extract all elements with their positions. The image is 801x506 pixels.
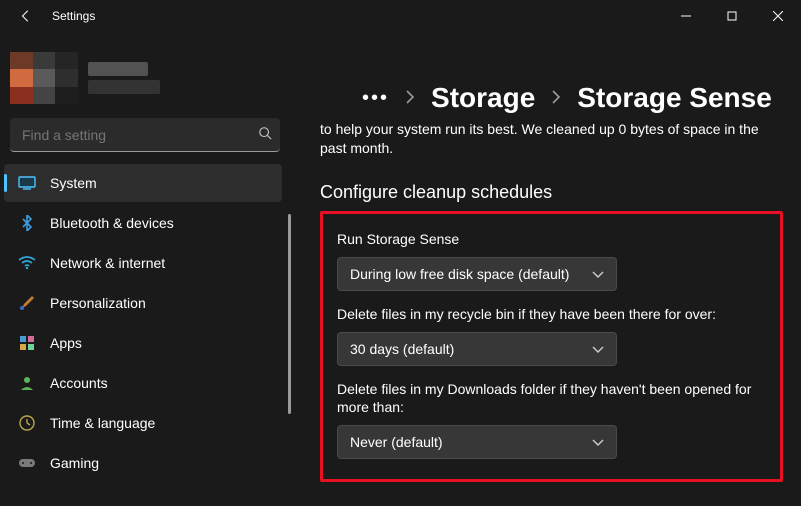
app-title: Settings <box>52 9 95 23</box>
chevron-right-icon <box>405 90 415 107</box>
downloads-dropdown[interactable]: Never (default) <box>337 425 617 459</box>
chevron-down-icon <box>592 266 604 282</box>
account-block[interactable] <box>0 32 296 114</box>
sidebar-item-gaming[interactable]: Gaming <box>4 444 282 482</box>
dropdown-value: Never (default) <box>350 434 443 450</box>
dropdown-value: 30 days (default) <box>350 341 454 357</box>
run-storage-sense-label: Run Storage Sense <box>337 230 766 249</box>
system-icon <box>18 174 36 192</box>
sidebar-item-label: Apps <box>50 335 82 351</box>
chevron-down-icon <box>592 434 604 450</box>
main-panel: ••• Storage Storage Sense to help your s… <box>296 32 801 506</box>
account-name-redacted <box>88 62 160 94</box>
sidebar-item-system[interactable]: System <box>4 164 282 202</box>
sidebar-item-personalization[interactable]: Personalization <box>4 284 282 322</box>
sidebar-item-accounts[interactable]: Accounts <box>4 364 282 402</box>
clock-globe-icon <box>18 414 36 432</box>
scrollbar-thumb[interactable] <box>288 214 291 414</box>
chevron-down-icon <box>592 341 604 357</box>
recycle-bin-label: Delete files in my recycle bin if they h… <box>337 305 766 324</box>
recycle-bin-dropdown[interactable]: 30 days (default) <box>337 332 617 366</box>
downloads-label: Delete files in my Downloads folder if t… <box>337 380 766 418</box>
paintbrush-icon <box>18 294 36 312</box>
back-button[interactable] <box>16 6 36 26</box>
bluetooth-icon <box>18 214 36 232</box>
dropdown-value: During low free disk space (default) <box>350 266 569 282</box>
section-title: Configure cleanup schedules <box>320 182 783 203</box>
breadcrumb: ••• Storage Storage Sense <box>362 82 783 114</box>
breadcrumb-storage[interactable]: Storage <box>431 82 535 114</box>
sidebar-scrollbar[interactable] <box>288 214 294 506</box>
close-button[interactable] <box>755 0 801 32</box>
sidebar: System Bluetooth & devices Network & int… <box>0 32 296 506</box>
apps-icon <box>18 334 36 352</box>
sidebar-item-network[interactable]: Network & internet <box>4 244 282 282</box>
run-storage-sense-dropdown[interactable]: During low free disk space (default) <box>337 257 617 291</box>
description-text: to help your system run its best. We cle… <box>320 120 770 158</box>
page-title: Storage Sense <box>577 82 772 114</box>
wifi-icon <box>18 254 36 272</box>
breadcrumb-more[interactable]: ••• <box>362 87 389 110</box>
sidebar-item-label: Bluetooth & devices <box>50 215 174 231</box>
titlebar: Settings <box>0 0 801 32</box>
sidebar-item-label: Personalization <box>50 295 146 311</box>
sidebar-item-label: Network & internet <box>50 255 165 271</box>
sidebar-item-label: Accounts <box>50 375 108 391</box>
avatar <box>10 52 78 104</box>
maximize-button[interactable] <box>709 0 755 32</box>
sidebar-item-label: Gaming <box>50 455 99 471</box>
minimize-button[interactable] <box>663 0 709 32</box>
chevron-right-icon <box>551 90 561 107</box>
sidebar-item-apps[interactable]: Apps <box>4 324 282 362</box>
sidebar-item-label: Time & language <box>50 415 155 431</box>
sidebar-item-bluetooth[interactable]: Bluetooth & devices <box>4 204 282 242</box>
gamepad-icon <box>18 454 36 472</box>
window-controls <box>663 0 801 32</box>
sidebar-item-time-language[interactable]: Time & language <box>4 404 282 442</box>
highlighted-region: Run Storage Sense During low free disk s… <box>320 211 783 483</box>
person-icon <box>18 374 36 392</box>
search-input[interactable] <box>10 118 280 152</box>
nav-list: System Bluetooth & devices Network & int… <box>0 162 296 506</box>
sidebar-item-label: System <box>50 175 97 191</box>
search-icon <box>258 126 272 143</box>
